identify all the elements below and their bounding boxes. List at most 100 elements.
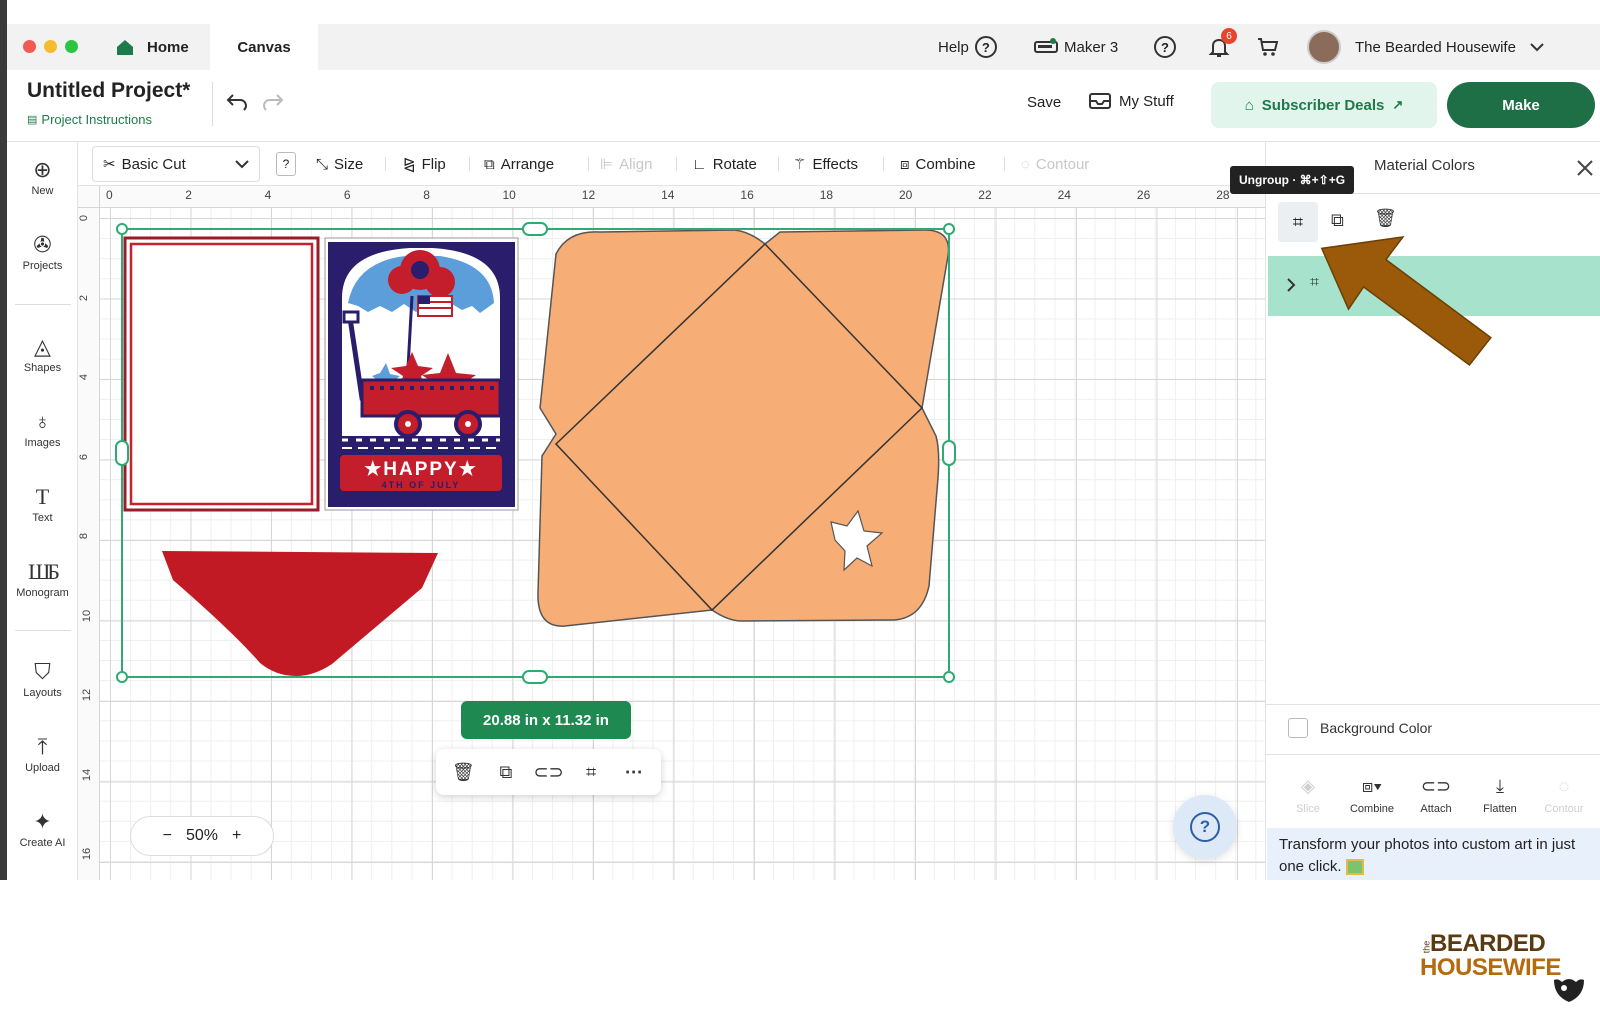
question-icon: ? bbox=[1154, 36, 1176, 58]
scissors-icon: ✂ bbox=[103, 156, 116, 173]
zoom-out-button[interactable]: − bbox=[163, 827, 172, 845]
ruler-x-label: 2 bbox=[185, 188, 192, 202]
nav-text[interactable]: T Text bbox=[7, 485, 78, 525]
maximize-window-button[interactable] bbox=[65, 40, 78, 53]
contour-label: Contour bbox=[1035, 155, 1090, 173]
ungroup-icon[interactable]: ⌗ bbox=[576, 762, 606, 783]
ruler-x-label: 14 bbox=[661, 188, 675, 202]
help-menu[interactable]: Help ? bbox=[938, 24, 997, 70]
delete-icon[interactable]: 🗑︎ bbox=[448, 762, 478, 783]
info-label: ? bbox=[282, 157, 290, 171]
redo-icon[interactable] bbox=[261, 92, 285, 112]
my-stuff-button[interactable]: My Stuff bbox=[1089, 92, 1174, 110]
canvas-artwork: ★HAPPY★ 4TH OF JULY bbox=[115, 222, 956, 684]
envelope-liner-shape[interactable] bbox=[162, 551, 438, 676]
ruler-y-label: 4 bbox=[78, 373, 91, 381]
ruler-y-label: 16 bbox=[81, 847, 94, 861]
background-color-swatch[interactable] bbox=[1288, 718, 1308, 738]
nav-images[interactable]: ♁ Images bbox=[7, 410, 78, 450]
project-instructions-link[interactable]: ▤ Project Instructions bbox=[27, 112, 152, 127]
delete-button[interactable]: 🗑︎ bbox=[1374, 208, 1397, 229]
background-color-label: Background Color bbox=[1320, 720, 1433, 736]
operation-info-button[interactable]: ? bbox=[276, 152, 296, 176]
align-button[interactable]: ⊫ Align bbox=[600, 142, 652, 186]
duplicate-icon: ⧉ bbox=[1331, 210, 1344, 230]
nav-monogram[interactable]: ШБ Monogram bbox=[7, 560, 78, 600]
ruler-x-label: 0 bbox=[106, 188, 113, 202]
background-color-toggle[interactable]: Background Color bbox=[1288, 718, 1432, 738]
attach-icon[interactable]: ⊂⊃ bbox=[533, 762, 563, 783]
duplicate-button[interactable]: ⧉ bbox=[1331, 210, 1344, 231]
close-window-button[interactable] bbox=[23, 40, 36, 53]
chevron-right-icon[interactable] bbox=[1286, 278, 1296, 292]
account-menu[interactable]: The Bearded Housewife bbox=[1307, 24, 1544, 70]
notifications-button[interactable]: 6 bbox=[1207, 24, 1237, 70]
slice-label: Slice bbox=[1296, 803, 1320, 815]
combine-panel-button[interactable]: ⧈▾ Combine bbox=[1342, 776, 1402, 815]
nav-create-ai[interactable]: ✦ Create AI bbox=[7, 810, 78, 850]
tab-material-colors[interactable]: Material Colors bbox=[1374, 157, 1475, 174]
tab-canvas[interactable]: Canvas bbox=[210, 24, 318, 70]
nav-upload-label: Upload bbox=[25, 762, 60, 774]
more-options-icon[interactable]: ⋯ bbox=[619, 762, 649, 783]
fourth-of-july-card-image[interactable]: ★HAPPY★ 4TH OF JULY bbox=[324, 237, 519, 511]
ruler-y-label: 6 bbox=[78, 453, 91, 460]
minimize-window-button[interactable] bbox=[44, 40, 57, 53]
size-button[interactable]: ⤡ Size bbox=[316, 142, 363, 186]
help-chat-button[interactable]: ? bbox=[1173, 795, 1237, 859]
arrange-button[interactable]: ⧉ Arrange bbox=[484, 142, 554, 186]
operation-select[interactable]: ✂ Basic Cut bbox=[92, 146, 260, 182]
save-button[interactable]: Save bbox=[1027, 94, 1061, 111]
close-panel-icon[interactable] bbox=[1576, 159, 1594, 177]
machine-selector[interactable]: Maker 3 bbox=[1034, 24, 1118, 70]
ungroup-tooltip: Ungroup · ⌘+⇧+G bbox=[1230, 166, 1355, 194]
arrange-label: Arrange bbox=[500, 155, 555, 173]
combine-button[interactable]: ⧈ Combine bbox=[900, 142, 976, 186]
envelope-shape[interactable] bbox=[537, 229, 950, 627]
tab-home[interactable]: Home bbox=[115, 24, 189, 70]
subscriber-deals-button[interactable]: ⌂ Subscriber Deals ↗ bbox=[1211, 82, 1437, 128]
duplicate-icon[interactable]: ⧉ bbox=[491, 762, 521, 783]
contour-panel-label: Contour bbox=[1544, 803, 1584, 815]
nav-shapes-label: Shapes bbox=[23, 362, 62, 374]
attach-button[interactable]: ⊂⊃ Attach bbox=[1406, 776, 1466, 815]
shapes-icon: ◬ bbox=[34, 334, 51, 359]
undo-icon[interactable] bbox=[225, 92, 249, 112]
effects-button[interactable]: ⚚ Effects bbox=[793, 142, 858, 186]
nav-upload[interactable]: ⤒ Upload bbox=[7, 735, 78, 775]
make-button[interactable]: Make bbox=[1447, 82, 1595, 128]
project-title[interactable]: Untitled Project* bbox=[27, 79, 190, 103]
nav-shapes[interactable]: ◬ Shapes bbox=[7, 334, 78, 375]
rotate-label: Rotate bbox=[712, 155, 757, 173]
make-label: Make bbox=[1502, 96, 1540, 114]
card-base-shape[interactable] bbox=[123, 236, 320, 512]
ruler-corner bbox=[78, 186, 100, 208]
bearded-housewife-logo: the BEARDED HOUSEWIFE bbox=[1420, 930, 1590, 1010]
slice-button[interactable]: ◈ Slice bbox=[1278, 776, 1338, 815]
cart-icon bbox=[1258, 38, 1279, 56]
nav-layouts[interactable]: ⛉ Layouts bbox=[7, 660, 78, 700]
contour-button[interactable]: ◌ Contour bbox=[1021, 142, 1089, 186]
cart-button[interactable] bbox=[1256, 24, 1280, 70]
logo-line2: HOUSEWIFE bbox=[1420, 954, 1561, 981]
contour-panel-button[interactable]: ◌ Contour bbox=[1534, 776, 1594, 815]
flatten-button[interactable]: ⤓ Flatten bbox=[1470, 776, 1530, 815]
help-label: Help bbox=[938, 38, 969, 56]
save-label: Save bbox=[1027, 94, 1062, 111]
nav-new-label: New bbox=[31, 185, 54, 197]
divider bbox=[778, 157, 779, 171]
divider bbox=[212, 82, 213, 126]
flip-button[interactable]: ⧎ Flip bbox=[403, 142, 446, 186]
annotation-arrow bbox=[1320, 235, 1492, 366]
nav-projects[interactable]: ✇ Projects bbox=[7, 233, 78, 273]
support-button[interactable]: ? bbox=[1154, 24, 1176, 70]
rotate-button[interactable]: ∟ Rotate bbox=[692, 142, 757, 186]
zoom-in-button[interactable]: + bbox=[232, 827, 241, 845]
promo-banner[interactable]: Transform your photos into custom art in… bbox=[1267, 828, 1600, 880]
photo-icon bbox=[1345, 859, 1364, 876]
ungroup-icon: ⌗ bbox=[1292, 211, 1304, 232]
nav-new[interactable]: ⊕ New bbox=[7, 158, 78, 198]
combine-icon: ⧈▾ bbox=[1361, 776, 1383, 796]
ruler-y-label: 14 bbox=[81, 768, 94, 781]
external-arrow-icon: ↗ bbox=[1392, 97, 1404, 112]
